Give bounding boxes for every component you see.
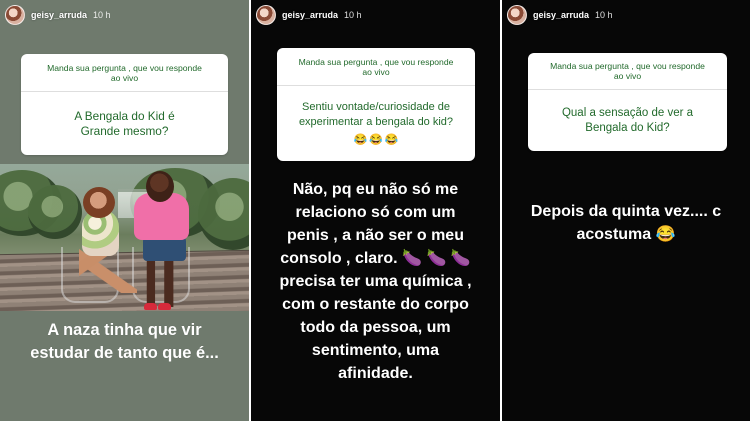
answer-line: consolo , claro. 🍆 🍆 🍆 [280, 250, 471, 267]
instagram-story-collage: geisy_arruda 10 h Manda sua pergunta , q… [0, 0, 750, 421]
story-panel-1: geisy_arruda 10 h Manda sua pergunta , q… [0, 0, 249, 421]
profile-avatar-icon[interactable] [507, 5, 527, 25]
story-photo [0, 164, 249, 311]
red-shoe [144, 303, 157, 310]
answer-line: sentimento, uma [311, 342, 440, 359]
story-time: 10 h [595, 10, 613, 20]
question-prompt-line: ao vivo [613, 71, 642, 81]
profile-avatar-icon[interactable] [256, 5, 276, 25]
question-text-line: Qual a sensação de ver a [561, 106, 694, 119]
story-time: 10 h [93, 10, 111, 20]
story-answer-2: Não, pq eu não só me relaciono só com um… [266, 178, 485, 385]
answer-line: penis , a não ser o meu [287, 227, 464, 244]
laughing-emoji-icon: 😂 [369, 133, 383, 146]
answer-line: afinidade. [338, 365, 413, 382]
profile-avatar-icon[interactable] [5, 5, 25, 25]
answer-line: relaciono só com um [295, 204, 456, 221]
question-prompt-line: ao vivo [110, 72, 139, 83]
question-prompt: Manda sua pergunta , que vou responde ao… [528, 53, 727, 90]
story-username[interactable]: geisy_arruda [533, 10, 589, 20]
question-sticker-2[interactable]: Manda sua pergunta , que vou responde ao… [277, 48, 475, 161]
red-shoe [158, 303, 171, 310]
question-sticker-3[interactable]: Manda sua pergunta , que vou responde ao… [528, 53, 727, 151]
story-header-2: geisy_arruda 10 h [256, 4, 495, 26]
answer-line: com o restante do corpo [282, 296, 469, 313]
story-header-1: geisy_arruda 10 h [5, 4, 244, 26]
question-prompt-line: Manda sua pergunta , que vou responde [47, 62, 202, 73]
laughing-emoji-icon: 😂 [353, 133, 368, 146]
laughing-emoji-icon: 😂 [384, 133, 399, 146]
question-prompt-line: Manda sua pergunta , que vou responde [298, 56, 454, 67]
question-text-line: Grande mesmo? [80, 123, 169, 138]
question-sticker-1[interactable]: Manda sua pergunta , que vou responde ao… [21, 54, 228, 155]
question-text: A Bengala do Kid é Grande mesmo? [21, 92, 228, 155]
caption-line: estudar de tanto que é... [30, 344, 219, 362]
story-caption-1: A naza tinha que vir estudar de tanto qu… [15, 319, 234, 365]
man-head [146, 171, 174, 202]
story-time: 10 h [344, 10, 362, 20]
answer-line: Depois da quinta vez.... c [530, 203, 722, 220]
answer-line: Não, pq eu não só me [292, 181, 459, 198]
story-username[interactable]: geisy_arruda [31, 10, 87, 20]
question-text-line: A Bengala do Kid é [74, 108, 175, 123]
question-text-line: Bengala do Kid? [585, 121, 670, 134]
question-prompt-line: ao vivo [362, 66, 390, 77]
question-prompt: Manda sua pergunta , que vou responde ao… [277, 48, 475, 86]
answer-line: acostuma 😂 [576, 226, 676, 243]
story-panel-3: geisy_arruda 10 h Manda sua pergunta , q… [502, 0, 750, 421]
story-header-3: geisy_arruda 10 h [507, 4, 745, 26]
question-prompt: Manda sua pergunta , que vou responde ao… [21, 54, 228, 92]
story-answer-3: Depois da quinta vez.... c acostuma 😂 [513, 200, 739, 246]
man-shorts [143, 237, 186, 261]
question-text: Qual a sensação de ver a Bengala do Kid? [528, 90, 727, 151]
man-legs [142, 257, 180, 307]
question-text-line: Sentiu vontade/curiosidade de [302, 100, 450, 113]
question-prompt-line: Manda sua pergunta , que vou responde [550, 61, 705, 71]
question-text: Sentiu vontade/curiosidade de experiment… [277, 86, 475, 161]
tree-shape [28, 185, 82, 239]
answer-line: todo da pessoa, um [300, 319, 451, 336]
laughing-emoji-row: 😂 😂 😂 [353, 133, 398, 148]
answer-line: precisa ter uma química , [279, 273, 472, 290]
caption-line: A naza tinha que vir [47, 321, 202, 339]
woman-head [83, 187, 115, 218]
story-username[interactable]: geisy_arruda [282, 10, 338, 20]
question-text-line: experimentar a bengala do kid? [298, 115, 454, 128]
story-panel-2: geisy_arruda 10 h Manda sua pergunta , q… [251, 0, 500, 421]
